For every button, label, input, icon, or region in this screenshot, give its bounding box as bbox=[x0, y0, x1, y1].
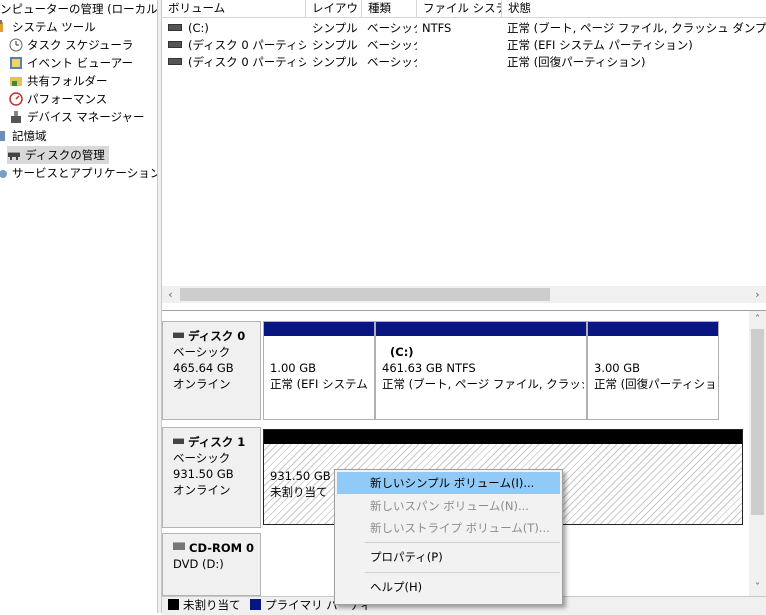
disk-icon bbox=[173, 332, 184, 338]
legend-swatch-primary bbox=[250, 599, 262, 610]
column-header-status[interactable]: 状態 bbox=[502, 0, 766, 18]
partition-efi[interactable]: 1.00 GB 正常 (EFI システム パ bbox=[263, 321, 375, 420]
scroll-up-icon[interactable]: ˆ bbox=[749, 311, 766, 328]
tree-item-event-viewer[interactable]: イベント ビューアー bbox=[9, 54, 133, 72]
volume-icon bbox=[168, 24, 182, 31]
tree-item-services-apps[interactable]: サービスとアプリケーション bbox=[0, 164, 157, 182]
scrollbar-thumb[interactable] bbox=[180, 288, 550, 301]
scrollbar-thumb[interactable] bbox=[751, 329, 764, 515]
performance-icon bbox=[9, 92, 23, 106]
partition-type-bar bbox=[376, 322, 586, 336]
volume-icon bbox=[168, 58, 182, 65]
vertical-scrollbar[interactable]: ˆ ˇ bbox=[749, 311, 766, 596]
partition-type-bar bbox=[588, 322, 718, 336]
column-header-filesystem[interactable]: ファイル システム bbox=[417, 0, 502, 18]
volume-icon bbox=[168, 41, 182, 48]
tree-item-shared-folders[interactable]: 共有フォルダー bbox=[9, 72, 108, 90]
legend-swatch-unallocated bbox=[168, 599, 179, 610]
tree-item-storage[interactable]: 記憶域 bbox=[0, 127, 47, 145]
cdrom-0-label[interactable]: CD-ROM 0 DVD (D:) bbox=[162, 533, 261, 596]
menu-item-new-striped-volume[interactable]: 新しいストライプ ボリューム(T)... bbox=[337, 517, 560, 539]
tree-item-label: パフォーマンス bbox=[27, 92, 108, 106]
column-header-volume[interactable]: ボリューム bbox=[162, 0, 306, 18]
tree-item-label: 記憶域 bbox=[12, 129, 47, 143]
tree-item-label: サービスとアプリケーション bbox=[12, 166, 157, 180]
scroll-left-icon[interactable]: ‹ bbox=[162, 286, 179, 303]
menu-item-new-spanned-volume[interactable]: 新しいスパン ボリューム(N)... bbox=[337, 495, 560, 517]
tree-item-task-scheduler[interactable]: タスク スケジューラ bbox=[9, 36, 133, 54]
context-menu: 新しいシンプル ボリューム(I)... 新しいスパン ボリューム(N)... 新… bbox=[334, 469, 563, 605]
clock-icon bbox=[9, 38, 23, 52]
tree-item-label: 共有フォルダー bbox=[27, 74, 108, 88]
menu-separator bbox=[365, 542, 560, 543]
tools-icon bbox=[0, 20, 8, 34]
disk-0-label[interactable]: ディスク 0 ベーシック 465.64 GB オンライン bbox=[162, 321, 261, 420]
disk-management-icon bbox=[7, 148, 21, 162]
volume-list: ボリューム レイアウト 種類 ファイル システム 状態 (C:) シンプル ベー… bbox=[162, 0, 766, 310]
scroll-right-icon[interactable]: › bbox=[749, 286, 766, 303]
tree-item-device-manager[interactable]: デバイス マネージャー bbox=[9, 108, 145, 126]
tree-item-label: イベント ビューアー bbox=[27, 56, 134, 70]
cdrom-icon bbox=[173, 542, 185, 550]
horizontal-scrollbar[interactable]: ‹ › bbox=[162, 286, 766, 303]
tree-item-label: システム ツール bbox=[12, 20, 96, 34]
menu-item-properties[interactable]: プロパティ(P) bbox=[337, 546, 560, 568]
tree-item-performance[interactable]: パフォーマンス bbox=[9, 90, 107, 108]
disk-icon bbox=[173, 438, 184, 444]
partition-type-bar bbox=[264, 322, 374, 336]
event-viewer-icon bbox=[9, 56, 23, 70]
partition-c[interactable]: (C:) 461.63 GB NTFS 正常 (ブート, ページ ファイル, ク… bbox=[375, 321, 587, 420]
shared-folder-icon bbox=[9, 74, 23, 88]
column-header-layout[interactable]: レイアウト bbox=[306, 0, 362, 18]
tree-item-label: ンピューターの管理 (ローカル) bbox=[0, 2, 157, 16]
partition-type-bar bbox=[264, 430, 742, 444]
services-icon bbox=[0, 166, 8, 180]
menu-separator bbox=[365, 572, 560, 573]
menu-item-help[interactable]: ヘルプ(H) bbox=[337, 576, 560, 598]
tree-item-label: タスク スケジューラ bbox=[27, 38, 134, 52]
tree-item-label: ディスクの管理 bbox=[25, 148, 105, 162]
tree-item-label: デバイス マネージャー bbox=[27, 110, 145, 124]
tree-item-disk-management[interactable]: ディスクの管理 bbox=[7, 146, 109, 164]
tree-item-computer-management[interactable]: ンピューターの管理 (ローカル) bbox=[0, 0, 157, 18]
navigation-tree: ンピューターの管理 (ローカル) システム ツール タスク スケジューラ イベン… bbox=[0, 0, 157, 613]
disk-1-label[interactable]: ディスク 1 ベーシック 931.50 GB オンライン bbox=[162, 427, 261, 528]
tree-item-system-tools[interactable]: システム ツール bbox=[0, 18, 96, 36]
device-manager-icon bbox=[9, 110, 23, 124]
menu-item-new-simple-volume[interactable]: 新しいシンプル ボリューム(I)... bbox=[337, 472, 560, 494]
column-header-type[interactable]: 種類 bbox=[362, 0, 417, 18]
storage-icon bbox=[0, 129, 8, 143]
partition-recovery[interactable]: 3.00 GB 正常 (回復パーティション) bbox=[587, 321, 719, 420]
scroll-down-icon[interactable]: ˇ bbox=[749, 579, 766, 596]
